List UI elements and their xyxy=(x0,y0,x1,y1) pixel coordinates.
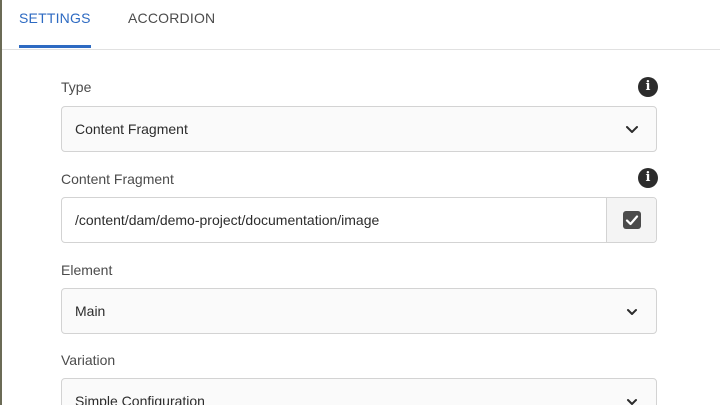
chevron-down-icon xyxy=(627,399,637,405)
path-browse-button[interactable] xyxy=(606,198,656,242)
content-fragment-label: Content Fragment xyxy=(61,171,174,187)
checkbox-check-icon xyxy=(623,211,641,229)
variation-select[interactable]: Simple Configuration xyxy=(61,378,657,405)
type-label: Type xyxy=(61,79,92,95)
type-select[interactable]: Content Fragment xyxy=(61,106,657,152)
element-select-value: Main xyxy=(75,303,106,319)
tab-bar: SETTINGS ACCORDION xyxy=(2,0,720,50)
variation-label: Variation xyxy=(61,352,116,368)
info-icon[interactable]: i xyxy=(638,77,658,97)
window-edge xyxy=(0,0,2,405)
content-fragment-path-field xyxy=(61,197,657,243)
element-select[interactable]: Main xyxy=(61,288,657,334)
content-fragment-path-input[interactable] xyxy=(62,198,608,242)
tab-settings[interactable]: SETTINGS xyxy=(19,10,91,26)
variation-select-value: Simple Configuration xyxy=(75,393,205,405)
active-tab-indicator xyxy=(19,45,91,48)
info-icon[interactable]: i xyxy=(638,168,658,188)
dialog-panel: SETTINGS ACCORDION Type i Content Fragme… xyxy=(0,0,720,405)
type-select-value: Content Fragment xyxy=(75,121,188,137)
chevron-down-icon xyxy=(626,126,638,133)
element-label: Element xyxy=(61,262,113,278)
tab-accordion[interactable]: ACCORDION xyxy=(128,10,215,26)
chevron-down-icon xyxy=(627,309,637,315)
